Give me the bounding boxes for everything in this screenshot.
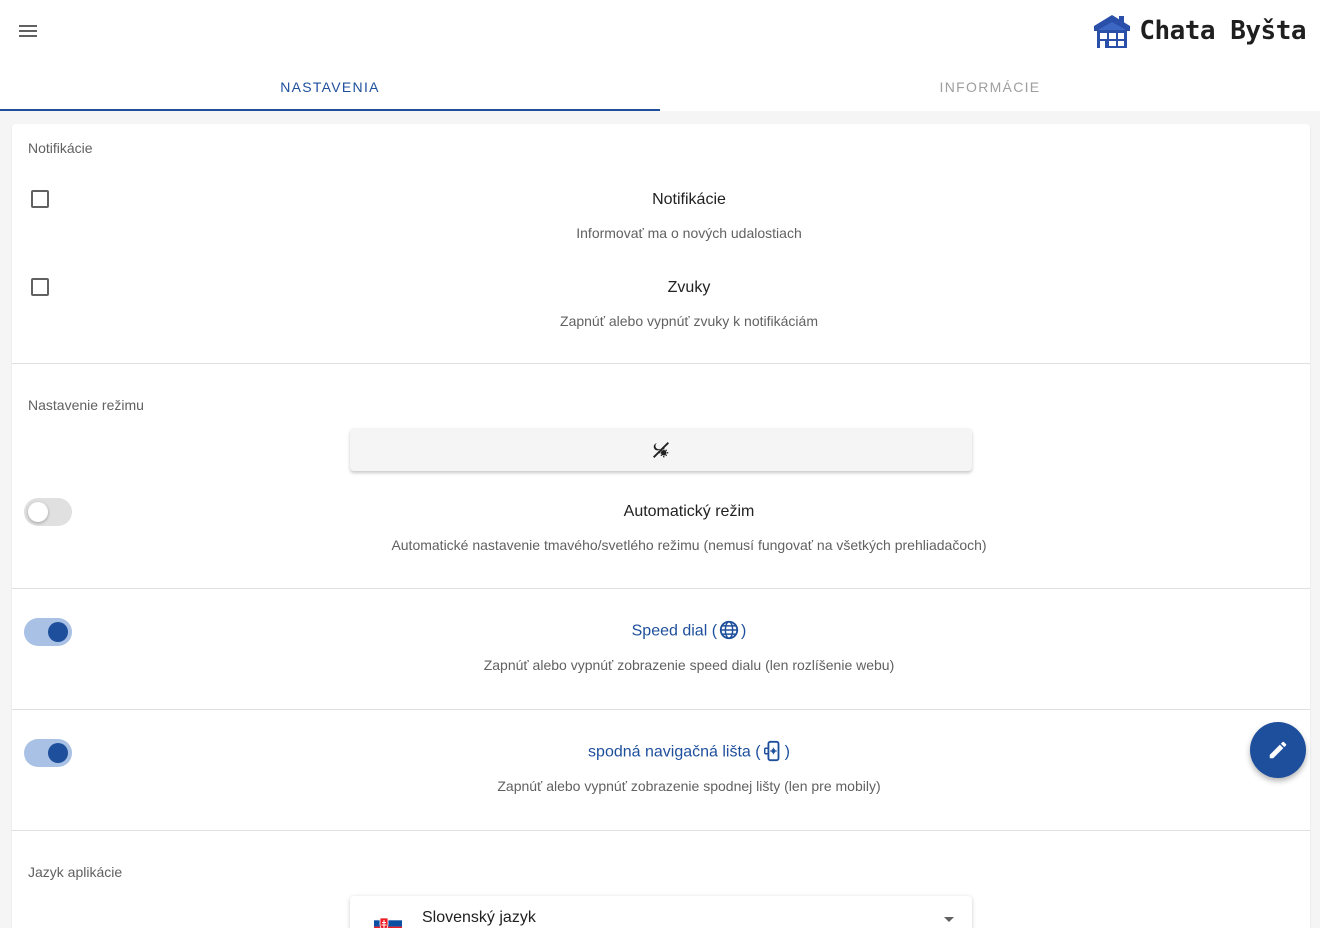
paren-close: ) — [741, 622, 747, 640]
speed-dial-subtitle: Zapnúť alebo vypnúť zobrazenie speed dia… — [483, 657, 895, 673]
chevron-down-icon — [944, 917, 954, 922]
speed-dial-title-line: Speed dial ( ) — [12, 620, 1320, 641]
bottom-nav-title-line: spodná navigačná lišta ( ) — [12, 740, 1320, 762]
paren-open: ( — [755, 743, 761, 761]
notifications-title: Notifikácie — [652, 191, 726, 208]
language-selected-value: Slovenský jazyk — [422, 909, 536, 926]
tab-bar: NASTAVENIA INFORMÁCIE — [0, 62, 1320, 111]
tab-information[interactable]: INFORMÁCIE — [660, 62, 1320, 111]
auto-mode-row[interactable]: Automatický režim Automatické nastavenie… — [12, 496, 1310, 576]
theme-toggle-button[interactable] — [350, 428, 972, 471]
house-logo-icon — [1094, 15, 1131, 48]
auto-mode-subtitle: Automatické nastavenie tmavého/svetlého … — [391, 537, 987, 553]
slovak-flag-icon — [374, 914, 402, 928]
tab-settings[interactable]: NASTAVENIA — [0, 62, 660, 111]
menu-icon[interactable] — [14, 17, 42, 45]
edit-fab-button[interactable] — [1250, 722, 1306, 778]
language-subheader: Jazyk aplikácie — [28, 864, 123, 880]
paren-close: ) — [784, 743, 790, 761]
speed-dial-title: Speed dial — [631, 622, 708, 640]
sounds-subtitle: Zapnúť alebo vypnúť zvuky k notifikáciám — [560, 313, 818, 329]
pencil-icon — [1269, 741, 1287, 759]
auto-mode-title: Automatický režim — [623, 503, 755, 520]
settings-card: Notifikácie Notifikácie Informovať ma o … — [12, 124, 1310, 928]
mobile-settings-icon — [763, 740, 780, 762]
bottom-nav-section: spodná navigačná lišta ( ) Zapnúť alebo … — [12, 710, 1310, 831]
notifications-row[interactable]: Notifikácie Informovať ma o nových udalo… — [12, 178, 1310, 258]
brand-name: Chata Byšta — [1139, 16, 1306, 46]
sounds-title: Zvuky — [667, 279, 711, 296]
language-select[interactable]: Slovenský jazyk — [350, 896, 972, 928]
globe-icon — [719, 620, 739, 640]
mode-subheader: Nastavenie režimu — [28, 397, 144, 413]
bottom-nav-subtitle: Zapnúť alebo vypnúť zobrazenie spodnej l… — [497, 778, 881, 794]
notifications-subtitle: Informovať ma o nových udalostiach — [576, 225, 802, 241]
sounds-row[interactable]: Zvuky Zapnúť alebo vypnúť zvuky k notifi… — [12, 266, 1310, 346]
notifications-subheader: Notifikácie — [28, 140, 93, 156]
speed-dial-section: Speed dial ( ) Zapnúť alebo vypnúť zobra… — [12, 589, 1310, 710]
brand[interactable]: Chata Byšta — [1091, 10, 1306, 52]
theme-light-dark-icon — [653, 441, 669, 458]
top-app-bar: Chata Byšta — [0, 0, 1320, 62]
bottom-nav-title: spodná navigačná lišta — [588, 743, 751, 761]
paren-open: ( — [711, 622, 718, 640]
notifications-section: Notifikácie Notifikácie Informovať ma o … — [12, 124, 1310, 364]
